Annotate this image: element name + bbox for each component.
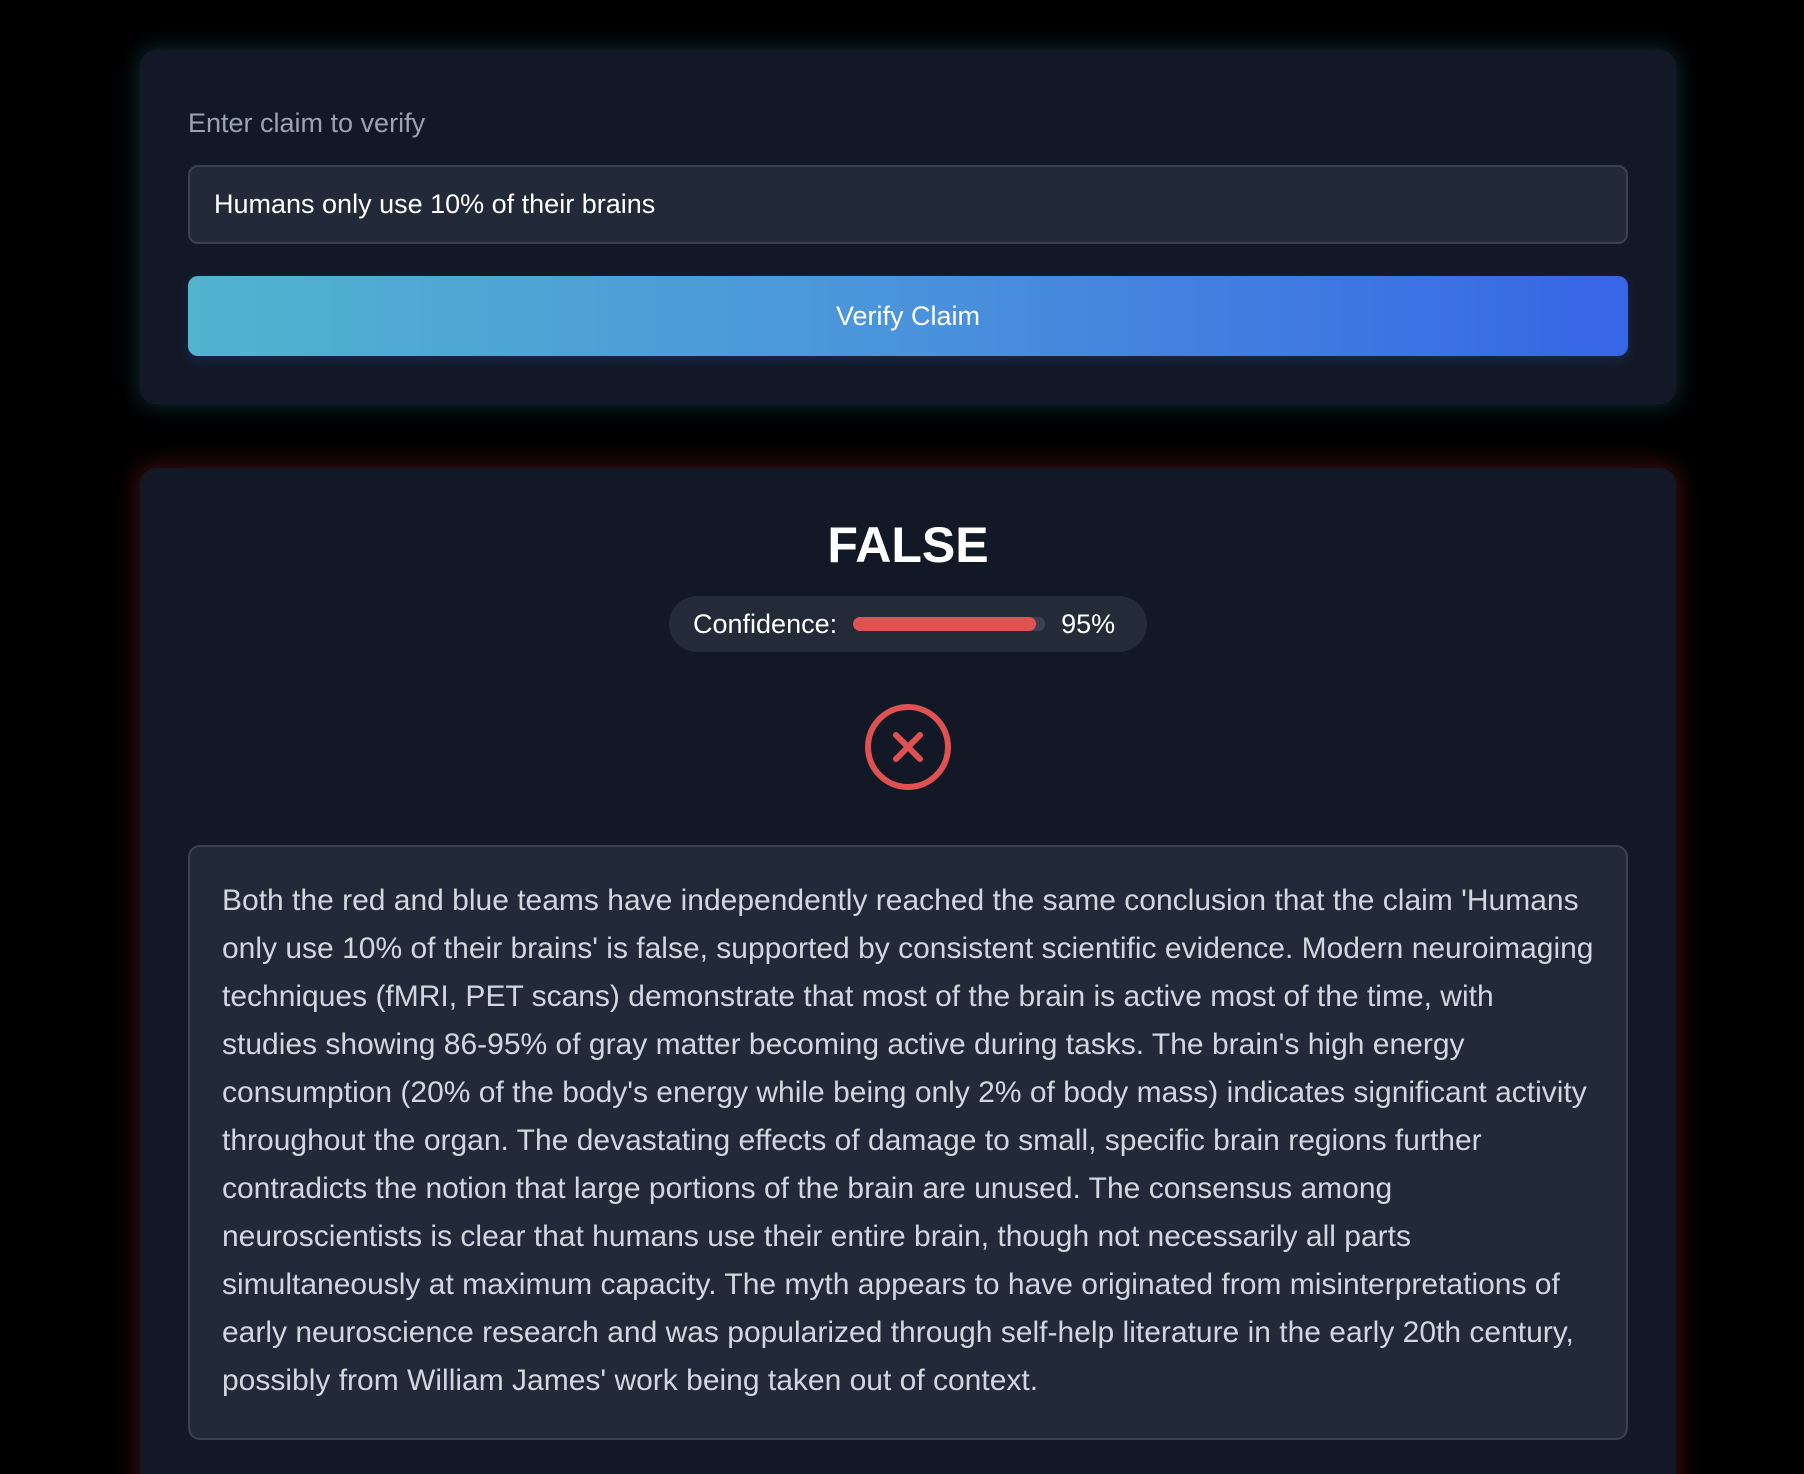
x-circle-icon bbox=[864, 703, 952, 791]
explanation-box: Both the red and blue teams have indepen… bbox=[188, 845, 1628, 1440]
result-card: FALSE Confidence: 95% Both the red and b… bbox=[140, 468, 1676, 1474]
verify-claim-button[interactable]: Verify Claim bbox=[188, 276, 1628, 356]
explanation-text: Both the red and blue teams have indepen… bbox=[222, 884, 1594, 1397]
verdict-title: FALSE bbox=[827, 517, 989, 573]
claim-label: Enter claim to verify bbox=[188, 108, 426, 138]
confidence-indicator: Confidence: 95% bbox=[669, 596, 1147, 652]
confidence-bar bbox=[853, 617, 1046, 631]
claim-input-card: Enter claim to verify Verify Claim bbox=[140, 50, 1676, 404]
confidence-label: Confidence: bbox=[693, 608, 838, 639]
claim-input[interactable] bbox=[188, 165, 1628, 244]
confidence-bar-fill bbox=[853, 617, 1036, 631]
page: Enter claim to verify Verify Claim FALSE… bbox=[0, 0, 1804, 1474]
confidence-value: 95% bbox=[1061, 608, 1116, 639]
